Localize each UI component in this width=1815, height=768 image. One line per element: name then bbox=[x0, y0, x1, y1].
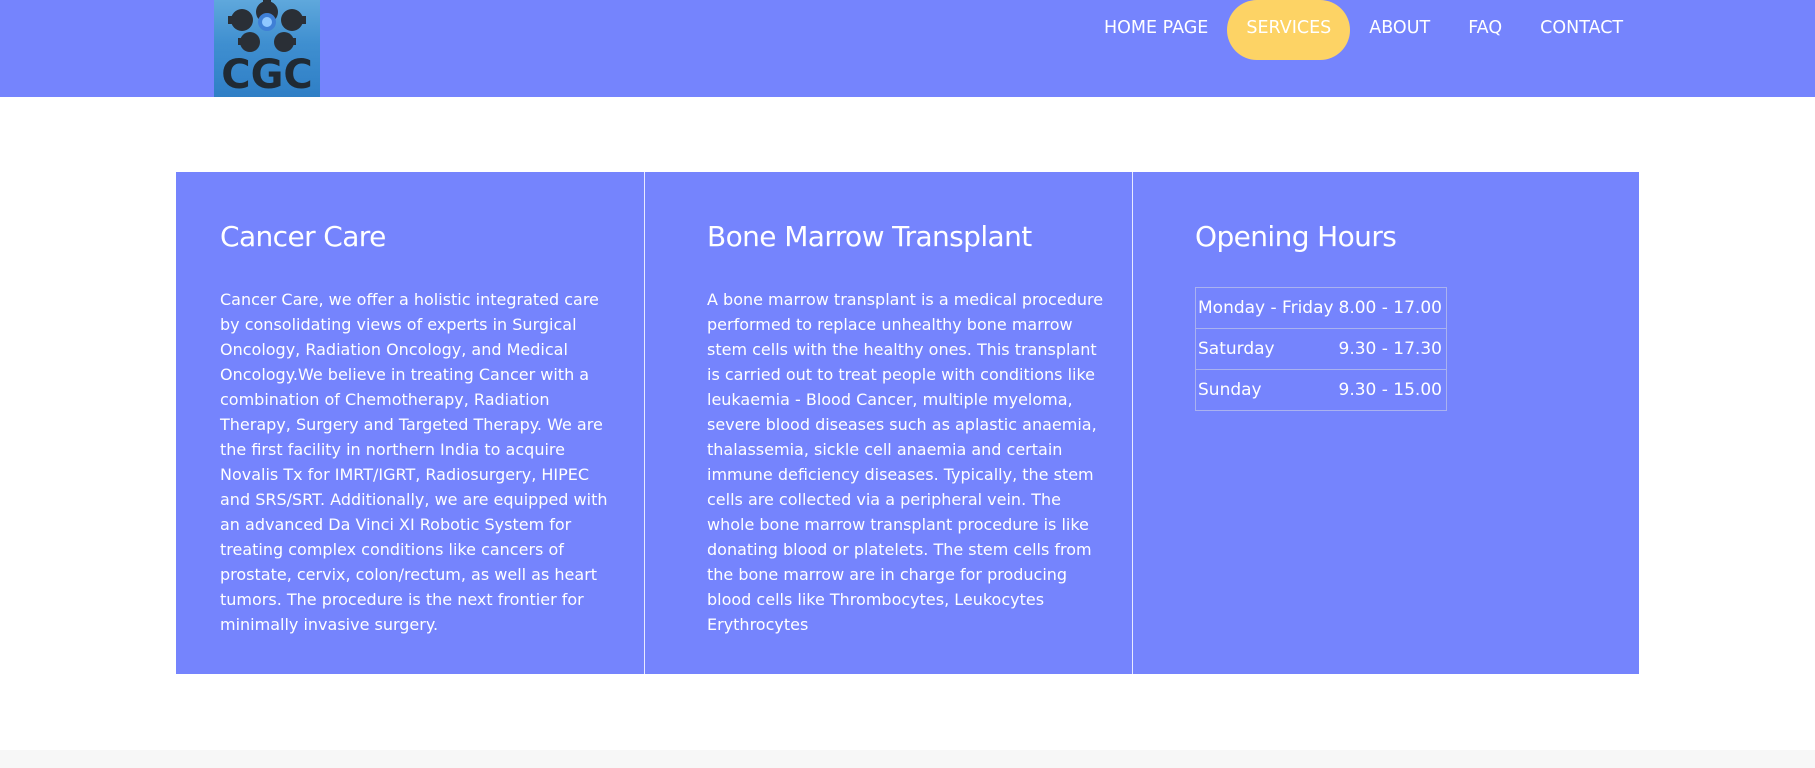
hours-time: 9.30 - 15.00 bbox=[1336, 369, 1447, 411]
table-row: Sunday 9.30 - 15.00 bbox=[1195, 369, 1447, 411]
logo-text: CGC bbox=[221, 52, 313, 97]
bone-marrow-panel: Bone Marrow Transplant A bone marrow tra… bbox=[707, 172, 1107, 674]
bone-marrow-title: Bone Marrow Transplant bbox=[707, 220, 1032, 253]
main-nav: HOME PAGE SERVICES ABOUT FAQ CONTACT bbox=[1085, 0, 1642, 60]
table-row: Saturday 9.30 - 17.30 bbox=[1195, 328, 1447, 370]
opening-hours-table: Monday - Friday 8.00 - 17.00 Saturday 9.… bbox=[1195, 287, 1447, 411]
cgc-logo[interactable]: CGC bbox=[214, 0, 320, 97]
footer-strip bbox=[0, 750, 1815, 768]
nav-home-page[interactable]: HOME PAGE bbox=[1085, 0, 1227, 60]
panel-divider bbox=[644, 172, 645, 674]
cancer-care-panel: Cancer Care Cancer Care, we offer a holi… bbox=[220, 172, 620, 674]
hours-day: Sunday bbox=[1195, 369, 1337, 411]
nav-faq[interactable]: FAQ bbox=[1449, 0, 1521, 60]
nav-about[interactable]: ABOUT bbox=[1350, 0, 1449, 60]
cancer-care-text: Cancer Care, we offer a holistic integra… bbox=[220, 290, 608, 634]
hours-time: 9.30 - 17.30 bbox=[1336, 328, 1447, 370]
opening-hours-title: Opening Hours bbox=[1195, 220, 1397, 253]
services-panels: Cancer Care Cancer Care, we offer a holi… bbox=[176, 172, 1639, 674]
table-row: Monday - Friday 8.00 - 17.00 bbox=[1195, 287, 1447, 329]
hours-day: Saturday bbox=[1195, 328, 1337, 370]
site-header: CGC HOME PAGE SERVICES ABOUT FAQ CONTACT bbox=[0, 0, 1815, 97]
nav-services[interactable]: SERVICES bbox=[1227, 0, 1351, 60]
cancer-care-title: Cancer Care bbox=[220, 220, 386, 253]
nav-contact[interactable]: CONTACT bbox=[1521, 0, 1642, 60]
bone-marrow-text: A bone marrow transplant is a medical pr… bbox=[707, 290, 1104, 634]
hours-day: Monday - Friday bbox=[1195, 287, 1337, 329]
hours-time: 8.00 - 17.00 bbox=[1336, 287, 1447, 329]
gear-emblem-icon bbox=[228, 0, 306, 52]
panel-divider bbox=[1132, 172, 1133, 674]
